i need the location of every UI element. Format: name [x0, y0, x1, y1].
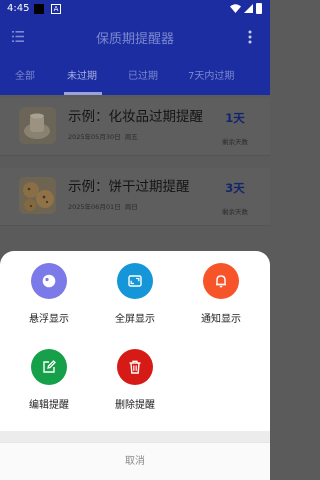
reminder-card[interactable]: 示例：化妆品过期提醒 2025年05月30日 周五 1天 剩余天数: [0, 98, 270, 156]
notification-square-icon: [34, 4, 44, 14]
wifi-icon: [230, 4, 241, 13]
fullscreen-icon[interactable]: [117, 263, 153, 299]
reminder-title: 示例：饼干过期提醒: [68, 179, 190, 195]
cookies-image: [19, 177, 56, 214]
action-bottom-sheet: 悬浮显示 全屏显示 通知显示 编辑提醒 删除提醒 取消: [0, 251, 270, 480]
app-bar: 保质期提醒器: [0, 18, 270, 55]
status-bar: 4:45 A: [0, 0, 270, 18]
days-remaining: 1天: [225, 111, 245, 125]
reminder-title: 示例：化妆品过期提醒: [68, 109, 203, 125]
cancel-button[interactable]: 取消: [0, 442, 270, 480]
sheet-divider: [0, 431, 270, 442]
edit-icon[interactable]: [31, 349, 67, 385]
days-remaining: 3天: [225, 181, 245, 195]
tab-expired[interactable]: 已过期: [128, 67, 158, 82]
bell-icon[interactable]: [203, 263, 239, 299]
floating-icon[interactable]: [31, 263, 67, 299]
trash-icon[interactable]: [117, 349, 153, 385]
floating-display-label: 悬浮显示: [29, 314, 69, 325]
tab-expiring-7-days[interactable]: 7天内过期: [188, 67, 234, 82]
cellular-signal-icon: [244, 4, 253, 13]
reminder-date: 2025年06月01日 周日: [68, 203, 138, 211]
battery-icon: [256, 3, 262, 14]
delete-reminder-label: 删除提醒: [115, 400, 155, 411]
notification-display-label: 通知显示: [201, 314, 241, 325]
notification-badge: A: [51, 4, 61, 14]
page-title: 保质期提醒器: [95, 32, 174, 47]
reminder-date: 2025年05月30日 周五: [68, 133, 138, 141]
status-time: 4:45: [7, 3, 30, 14]
cosmetics-image: [19, 107, 56, 144]
reminder-card[interactable]: 示例：饼干过期提醒 2025年06月01日 周日 3天 剩余天数: [0, 168, 270, 226]
days-remaining-label: 剩余天数: [222, 208, 248, 216]
tab-bar: 全部 未过期 已过期 7天内过期: [0, 55, 270, 95]
edit-reminder-label: 编辑提醒: [29, 400, 69, 411]
tab-not-expired[interactable]: 未过期: [67, 67, 97, 82]
days-remaining-label: 剩余天数: [222, 138, 248, 146]
tab-all[interactable]: 全部: [15, 67, 35, 82]
fullscreen-display-label: 全屏显示: [115, 314, 155, 325]
more-vertical-icon[interactable]: [248, 30, 252, 44]
